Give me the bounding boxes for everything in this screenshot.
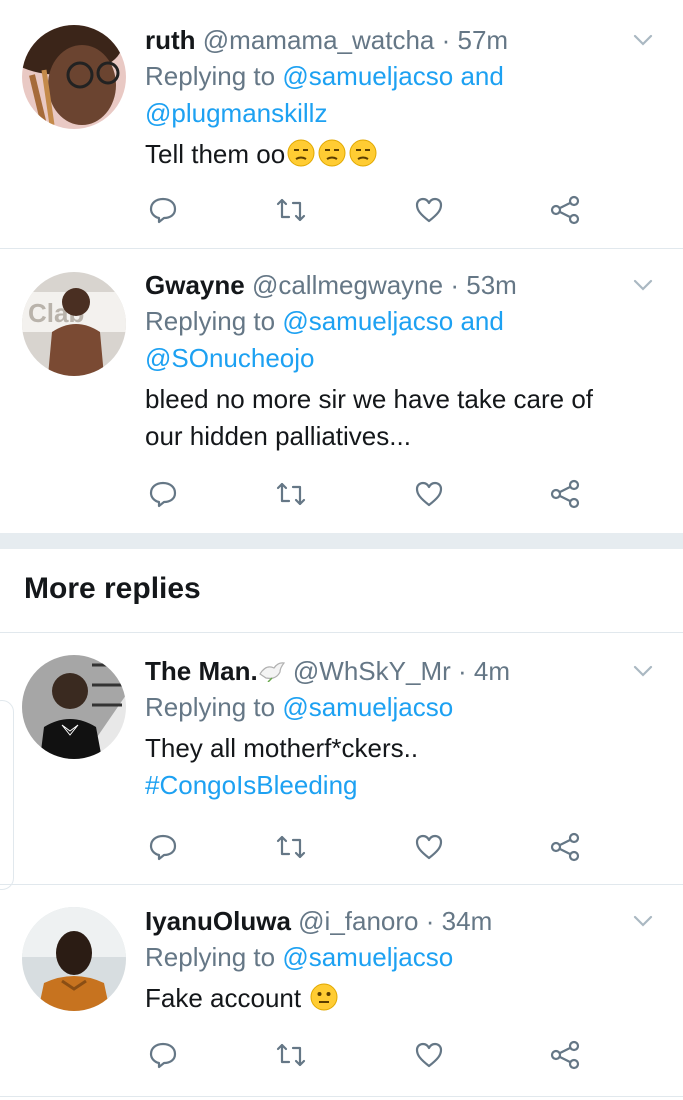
like-icon bbox=[415, 481, 443, 507]
reply-icon bbox=[149, 197, 177, 224]
timestamp[interactable]: 4m bbox=[474, 656, 510, 686]
replying-prefix: Replying to bbox=[145, 692, 283, 722]
reply-icon bbox=[149, 481, 177, 508]
share-button[interactable] bbox=[547, 476, 583, 512]
like-icon bbox=[415, 1042, 443, 1068]
share-button[interactable] bbox=[547, 1037, 583, 1073]
user-handle[interactable]: @i_fanoro bbox=[298, 906, 418, 936]
tweet-text-line: bleed no more sir we have take care of bbox=[145, 384, 594, 414]
replying-to: Replying to @samueljacso and @SOnucheojo bbox=[145, 303, 613, 377]
tweet-text-content: Fake account bbox=[145, 983, 309, 1013]
mention-link[interactable]: @samueljacso bbox=[282, 692, 453, 722]
like-button[interactable] bbox=[411, 1037, 447, 1073]
display-name[interactable]: Gwayne bbox=[145, 270, 245, 300]
share-button[interactable] bbox=[547, 829, 583, 865]
display-name[interactable]: IyanuOluwa bbox=[145, 906, 291, 936]
reply-button[interactable] bbox=[145, 476, 181, 512]
replying-to: Replying to @samueljacso bbox=[145, 939, 613, 976]
reply-button[interactable] bbox=[145, 1037, 181, 1073]
tweet-text-content: Tell them oo bbox=[145, 139, 286, 169]
replying-to: Replying to @samueljacso and @plugmanski… bbox=[145, 58, 613, 132]
tweet-ruth[interactable]: ruth @mamama_watcha · 57m Replying to @s… bbox=[0, 0, 683, 249]
replying-prefix: Replying to bbox=[145, 942, 283, 972]
replying-prefix: Replying to bbox=[145, 61, 283, 91]
reply-button[interactable] bbox=[145, 192, 181, 228]
share-icon bbox=[550, 195, 580, 225]
tweet-actions bbox=[145, 476, 585, 512]
tweet-actions bbox=[145, 1037, 585, 1073]
timestamp[interactable]: 34m bbox=[442, 906, 493, 936]
tweet-text: They all motherf*ckers.. #CongoIsBleedin… bbox=[145, 730, 613, 804]
tweet-text: bleed no more sir we have take care of o… bbox=[145, 381, 613, 455]
share-icon bbox=[550, 832, 580, 862]
mention-and: and bbox=[453, 306, 504, 336]
retweet-button[interactable] bbox=[273, 476, 309, 512]
tweet-text: Tell them oo bbox=[145, 136, 613, 173]
tweet-actions bbox=[145, 192, 585, 228]
like-icon bbox=[415, 834, 443, 860]
tweet-the-man[interactable]: The Man. @WhSkY_Mr · 4m Replying to @sam… bbox=[0, 633, 683, 885]
unamused-face-icon bbox=[285, 139, 378, 169]
chevron-down-icon[interactable] bbox=[631, 659, 655, 683]
mention-link[interactable]: @samueljacso bbox=[282, 306, 453, 336]
chevron-down-icon[interactable] bbox=[631, 909, 655, 933]
reply-button[interactable] bbox=[145, 829, 181, 865]
retweet-icon bbox=[276, 835, 306, 859]
retweet-icon bbox=[276, 482, 306, 506]
avatar[interactable] bbox=[22, 25, 126, 129]
share-icon bbox=[550, 479, 580, 509]
section-divider bbox=[0, 533, 683, 549]
user-handle[interactable]: @callmegwayne bbox=[252, 270, 443, 300]
retweet-button[interactable] bbox=[273, 829, 309, 865]
display-name[interactable]: The Man. bbox=[145, 656, 258, 686]
tweet-gwayne[interactable]: Clab Gwayne @callmegwayne · 53m Replying… bbox=[0, 249, 683, 533]
share-icon bbox=[550, 1040, 580, 1070]
separator-dot: · bbox=[450, 270, 459, 300]
retweet-icon bbox=[276, 1043, 306, 1067]
like-icon bbox=[415, 197, 443, 223]
timestamp[interactable]: 53m bbox=[466, 270, 517, 300]
user-handle[interactable]: @mamama_watcha bbox=[203, 25, 435, 55]
display-name[interactable]: ruth bbox=[145, 25, 196, 55]
chevron-down-icon[interactable] bbox=[631, 28, 655, 52]
reply-icon bbox=[149, 1042, 177, 1069]
separator-dot: · bbox=[441, 25, 451, 55]
reply-icon bbox=[149, 834, 177, 861]
tweet-text-line: our hidden palliatives... bbox=[145, 421, 411, 451]
hashtag-link[interactable]: #CongoIsBleeding bbox=[145, 770, 358, 800]
separator-dot: · bbox=[458, 656, 467, 686]
retweet-button[interactable] bbox=[273, 192, 309, 228]
like-button[interactable] bbox=[411, 192, 447, 228]
tweet-text-line: They all motherf*ckers.. bbox=[145, 733, 419, 763]
retweet-icon bbox=[276, 198, 306, 222]
avatar[interactable]: Clab bbox=[22, 272, 126, 376]
replying-prefix: Replying to bbox=[145, 306, 283, 336]
retweet-button[interactable] bbox=[273, 1037, 309, 1073]
neutral-face-icon bbox=[308, 983, 339, 1013]
mention-link[interactable]: @plugmanskillz bbox=[145, 98, 327, 128]
chevron-down-icon[interactable] bbox=[631, 273, 655, 297]
dove-icon bbox=[258, 656, 286, 686]
mention-link[interactable]: @samueljacso bbox=[282, 61, 453, 91]
like-button[interactable] bbox=[411, 476, 447, 512]
avatar[interactable] bbox=[22, 655, 126, 759]
share-button[interactable] bbox=[547, 192, 583, 228]
section-title: More replies bbox=[24, 572, 201, 605]
mention-and: and bbox=[453, 61, 504, 91]
tweet-text: Fake account bbox=[145, 980, 613, 1017]
timestamp[interactable]: 57m bbox=[458, 25, 509, 55]
tweet-iyanuoluwa[interactable]: IyanuOluwa @i_fanoro · 34m Replying to @… bbox=[0, 885, 683, 1097]
mention-link[interactable]: @samueljacso bbox=[282, 942, 453, 972]
user-handle[interactable]: @WhSkY_Mr bbox=[293, 656, 451, 686]
mention-link[interactable]: @SOnucheojo bbox=[145, 343, 315, 373]
separator-dot: · bbox=[425, 906, 435, 936]
avatar[interactable] bbox=[22, 907, 126, 1011]
tweet-actions bbox=[145, 829, 585, 865]
replying-to: Replying to @samueljacso bbox=[145, 689, 613, 726]
like-button[interactable] bbox=[411, 829, 447, 865]
